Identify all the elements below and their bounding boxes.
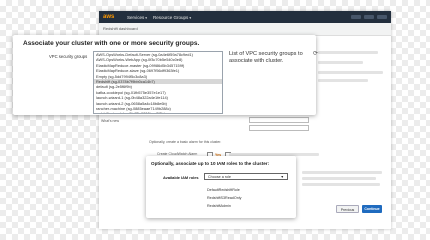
account-menu-area bbox=[351, 15, 387, 19]
top-navigation-bar: aws Services▾ Resource Groups▾ bbox=[99, 11, 391, 23]
vpc-security-groups-label: VPC security groups bbox=[49, 54, 88, 59]
iam-roles-heading: Optionally, associate up to 10 IAM roles… bbox=[151, 161, 270, 166]
security-group-help-text: List of VPC security groups to associate… bbox=[229, 51, 303, 64]
iam-role-option[interactable]: DefaultRedshiftRole bbox=[207, 188, 240, 192]
config-input[interactable] bbox=[249, 117, 309, 123]
security-group-heading: Associate your cluster with one or more … bbox=[23, 40, 200, 47]
chevron-down-icon: ▼ bbox=[280, 175, 284, 179]
text-line bbox=[318, 79, 368, 82]
services-menu[interactable]: Services▾ bbox=[127, 15, 147, 20]
text-line bbox=[318, 61, 363, 64]
resource-groups-menu[interactable]: Resource Groups▾ bbox=[153, 15, 191, 20]
text-line bbox=[302, 183, 380, 186]
region-menu[interactable] bbox=[364, 15, 374, 19]
text-line bbox=[302, 177, 376, 180]
iam-role-option[interactable]: RedshiftAdmin bbox=[207, 204, 231, 208]
security-group-panel: Associate your cluster with one or more … bbox=[13, 35, 318, 115]
text-line bbox=[318, 71, 383, 74]
chevron-down-icon: ▾ bbox=[189, 15, 192, 20]
chevron-down-icon: ▾ bbox=[145, 15, 148, 20]
continue-button[interactable]: Continue bbox=[362, 205, 382, 213]
available-iam-roles-label: Available IAM roles bbox=[163, 175, 199, 180]
iam-role-select[interactable]: Choose a role ▼ bbox=[204, 173, 288, 180]
resource-groups-label: Resource Groups bbox=[153, 14, 189, 20]
iam-roles-panel: Optionally, associate up to 10 IAM roles… bbox=[146, 156, 296, 218]
aws-logo: aws bbox=[103, 14, 115, 20]
text-line bbox=[318, 51, 378, 54]
breadcrumb[interactable]: Redshift dashboard bbox=[103, 26, 138, 31]
refresh-icon[interactable]: ⟳ bbox=[313, 51, 318, 57]
previous-button[interactable]: Previous bbox=[336, 205, 359, 213]
iam-role-option[interactable]: RedshiftS3ReadOnly bbox=[207, 196, 241, 200]
text-line bbox=[302, 171, 382, 174]
services-label: Services bbox=[127, 14, 145, 20]
alarm-note: Optionally, create a basic alarm for thi… bbox=[149, 140, 222, 144]
whats-new-label: What's new bbox=[101, 119, 119, 123]
support-menu[interactable] bbox=[377, 15, 387, 19]
iam-role-placeholder: Choose a role bbox=[208, 175, 231, 179]
security-group-option[interactable]: redshift-wizard (sg-0fe73a0800bea3f2b) bbox=[94, 111, 222, 113]
account-menu[interactable] bbox=[351, 15, 361, 19]
security-group-listbox[interactable]: AWS-OpsWorks-Default-Server (sg-0a4e6f59… bbox=[93, 51, 223, 114]
config-input[interactable] bbox=[249, 125, 309, 131]
